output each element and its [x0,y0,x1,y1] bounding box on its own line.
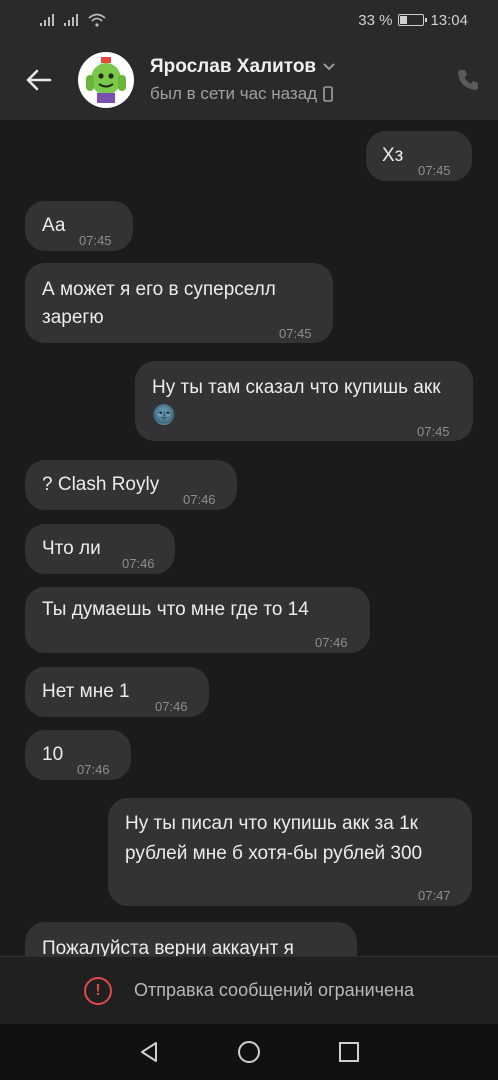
mobile-phone-icon [323,86,333,102]
message-time: 07:45 [418,163,451,178]
avatar[interactable] [78,52,134,108]
message-time: 07:46 [122,556,155,571]
warning-icon: ! [84,976,112,1005]
restricted-notice: Отправка сообщений ограничена [134,980,414,1000]
clock: 13:04 [430,11,468,29]
message-bubble[interactable]: Ну ты там сказал что купишь акк 🌚 07:45 [135,361,473,441]
message-time: 07:46 [155,699,188,714]
message-text: Хз [382,145,404,166]
message-bubble[interactable]: 10 07:46 [25,730,131,780]
message-bubble[interactable]: А может я его в суперселл зарегю 07:45 [25,263,333,343]
message-bubble[interactable]: Пожалуйста верни аккаунт я [25,922,357,956]
message-text: ? Clash Royly [42,474,160,495]
signal-icon [40,14,54,26]
message-bubble[interactable]: Хз 07:45 [366,131,472,181]
contact-name[interactable]: Ярослав Халитов [150,56,316,78]
message-text: Пожалуйста верни аккаунт я [42,938,294,956]
arrow-left-icon [26,69,52,91]
nav-home-icon[interactable] [237,1040,261,1064]
system-nav-bar [0,1024,498,1080]
message-time: 07:45 [417,424,450,439]
message-text: Аа [42,215,66,236]
message-text: Ты думаешь что мне где то 14 [42,599,309,620]
message-bubble[interactable]: Ну ты писал что купишь акк за 1к рублей … [108,798,472,906]
chevron-down-icon[interactable] [322,62,336,72]
message-bubble[interactable]: Ты думаешь что мне где то 14 07:46 [25,587,370,653]
message-bubble[interactable]: ? Clash Royly 07:46 [25,460,237,510]
message-text: Что ли [42,538,101,559]
cactus-avatar-icon [86,57,126,103]
message-text: 10 [42,744,64,765]
wifi-icon [88,13,106,27]
nav-back-icon[interactable] [138,1041,160,1063]
message-time: 07:45 [279,326,312,341]
call-button[interactable] [438,40,498,120]
message-text: Нет мне 1 [42,681,130,702]
message-time: 07:46 [315,635,348,650]
back-button[interactable] [0,40,78,120]
message-time: 07:46 [77,762,110,777]
message-text: Ну ты там сказал что купишь акк 🌚 [152,377,441,426]
message-bubble[interactable]: Что ли 07:46 [25,524,175,574]
phone-icon [458,70,478,90]
message-time: 07:46 [183,492,216,507]
chat-header: Ярослав Халитов был в сети час назад [0,40,498,120]
message-list[interactable]: Хз 07:45 Аа 07:45 А может я его в суперс… [0,120,498,956]
signal-2-icon [64,14,78,26]
message-text: Ну ты писал что купишь акк за 1к рублей … [125,813,423,864]
nav-recents-icon[interactable] [338,1041,360,1063]
message-bubble[interactable]: Нет мне 1 07:46 [25,667,209,717]
contact-status: был в сети час назад [150,84,318,103]
status-bar: 33 % 13:04 [0,0,498,40]
message-bubble[interactable]: Аа 07:45 [25,201,133,251]
battery-percent: 33 % [358,11,393,29]
battery-icon [398,14,428,26]
message-time: 07:47 [418,888,451,903]
message-time: 07:45 [79,233,112,248]
messaging-restricted-bar: ! Отправка сообщений ограничена [0,956,498,1024]
